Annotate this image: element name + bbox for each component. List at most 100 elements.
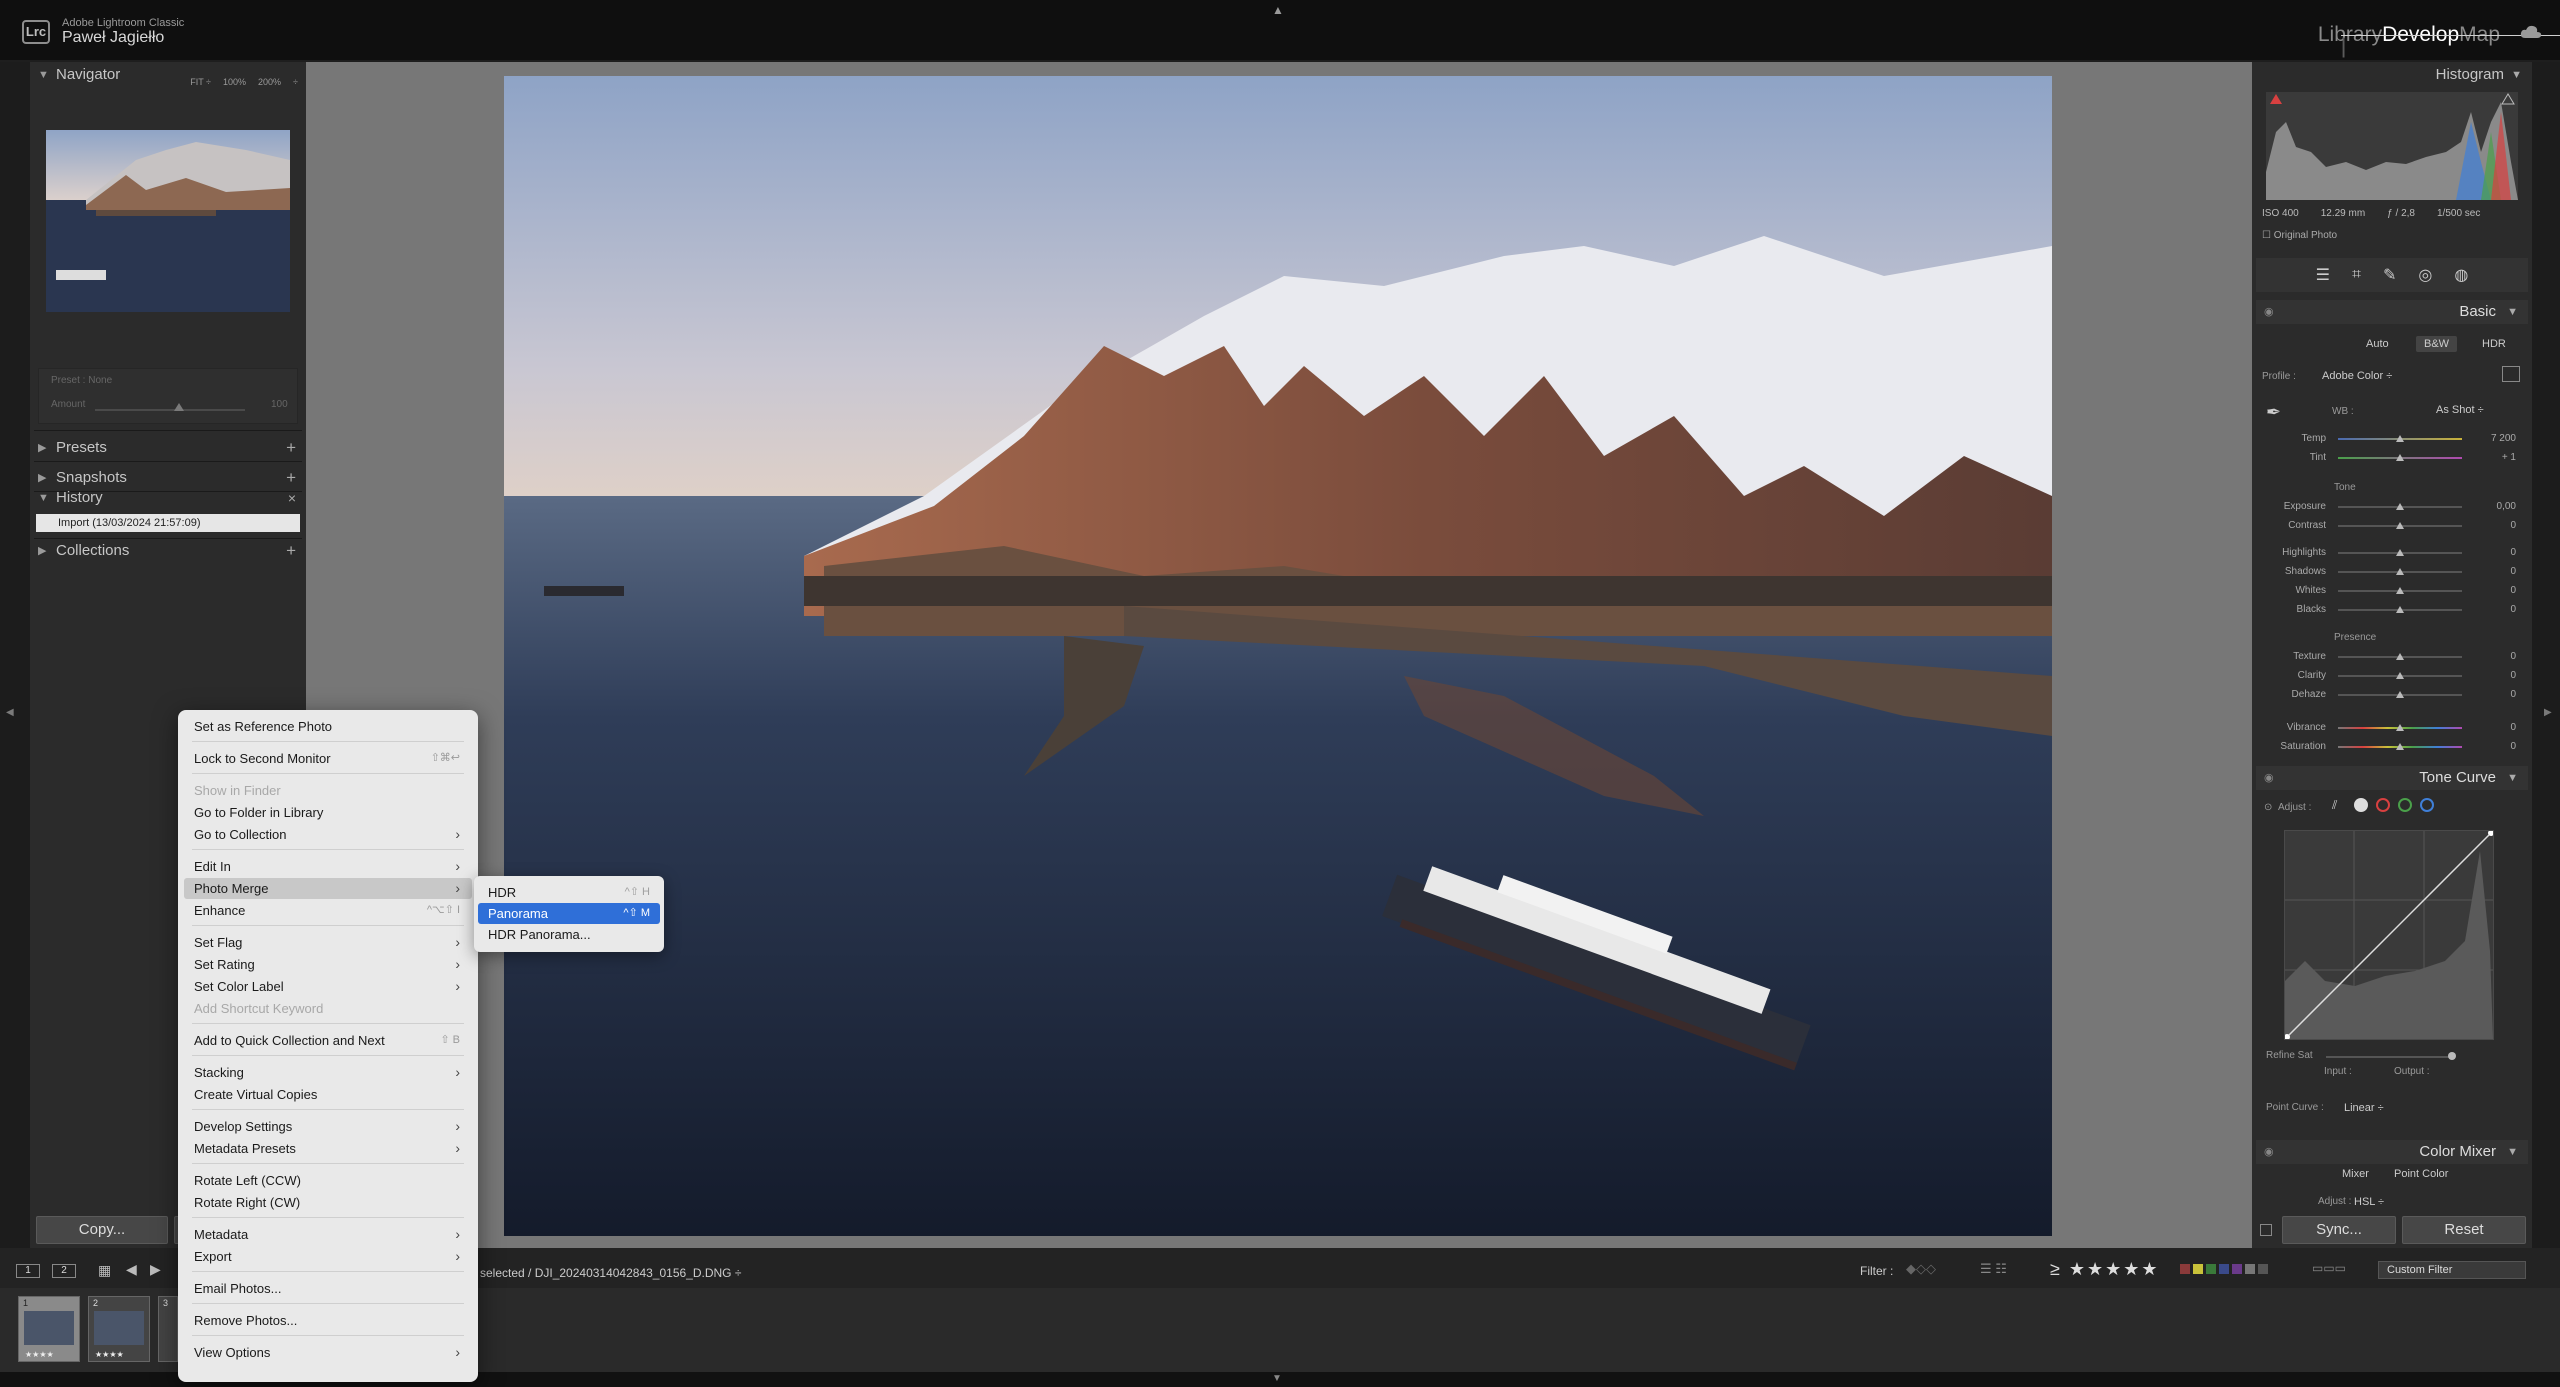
crop-icon[interactable]: ⌗ bbox=[2352, 266, 2361, 284]
menu-item-go-to-folder-in-library[interactable]: Go to Folder in Library bbox=[184, 802, 472, 823]
slider-knob[interactable] bbox=[2396, 724, 2404, 731]
point-curve-select[interactable]: Linear ÷ bbox=[2344, 1102, 2384, 1114]
slider-clarity[interactable]: Clarity 0 bbox=[2252, 669, 2532, 683]
slider-knob[interactable] bbox=[2396, 653, 2404, 660]
slider-highlights[interactable]: Highlights 0 bbox=[2252, 546, 2532, 560]
histogram-graph[interactable] bbox=[2266, 92, 2518, 200]
bw-button[interactable]: B&W bbox=[2416, 336, 2458, 352]
slider-knob[interactable] bbox=[2396, 522, 2404, 529]
submenu-item-hdr[interactable]: HDR ^⇧ H bbox=[478, 882, 660, 903]
history-item[interactable]: Import (13/03/2024 21:57:09) bbox=[36, 514, 300, 532]
back-arrow-icon[interactable]: ◀ bbox=[126, 1261, 137, 1278]
green-channel-icon[interactable] bbox=[2398, 798, 2412, 812]
slider-value[interactable]: 0 bbox=[2510, 565, 2516, 579]
slider-whites[interactable]: Whites 0 bbox=[2252, 584, 2532, 598]
menu-item-rotate-left-ccw[interactable]: Rotate Left (CCW) bbox=[184, 1170, 472, 1191]
parametric-curve-icon[interactable]: ⫽ bbox=[2332, 798, 2346, 812]
menu-item-email-photos[interactable]: Email Photos... bbox=[184, 1278, 472, 1299]
submenu-item-panorama[interactable]: Panorama ^⇧ M bbox=[478, 903, 660, 924]
slider-saturation[interactable]: Saturation 0 bbox=[2252, 740, 2532, 754]
menu-item-edit-in[interactable]: Edit In › bbox=[184, 856, 472, 877]
menu-item-enhance[interactable]: Enhance ^⌥⇧ I bbox=[184, 900, 472, 921]
slider-knob[interactable] bbox=[2396, 606, 2404, 613]
hdr-button[interactable]: HDR bbox=[2482, 338, 2506, 350]
slider-value[interactable]: 0 bbox=[2510, 721, 2516, 735]
healing-brush-icon[interactable]: ✎ bbox=[2383, 265, 2396, 285]
menu-item-stacking[interactable]: Stacking › bbox=[184, 1062, 472, 1083]
menu-item-rotate-right-cw[interactable]: Rotate Right (CW) bbox=[184, 1192, 472, 1213]
reset-button[interactable]: Reset bbox=[2402, 1216, 2526, 1244]
blue-channel-icon[interactable] bbox=[2420, 798, 2434, 812]
slider-knob[interactable] bbox=[2396, 503, 2404, 510]
slider-knob[interactable] bbox=[2396, 672, 2404, 679]
collapse-top-panel-icon[interactable]: ▲ bbox=[1272, 3, 1284, 17]
target-adjust-icon[interactable]: ⊙ bbox=[2264, 802, 2272, 813]
slider-value[interactable]: 0,00 bbox=[2497, 500, 2516, 514]
slider-knob[interactable] bbox=[2396, 435, 2404, 442]
slider-value[interactable]: + 1 bbox=[2502, 451, 2516, 465]
color-adjust-select[interactable]: HSL ÷ bbox=[2354, 1196, 2384, 1208]
slider-value[interactable]: 0 bbox=[2510, 688, 2516, 702]
tone-curve-header[interactable]: ◉ Tone Curve ▼ bbox=[2256, 766, 2528, 790]
yellow-label-filter[interactable] bbox=[2193, 1264, 2203, 1274]
collections-header[interactable]: ▶ Collections + bbox=[30, 538, 306, 564]
navigator-preview[interactable] bbox=[46, 130, 290, 312]
original-photo-checkbox[interactable]: ☐ Original Photo bbox=[2262, 230, 2337, 241]
zoom-more[interactable]: ÷ bbox=[293, 69, 298, 95]
profile-browser-icon[interactable] bbox=[2502, 366, 2520, 382]
red-eye-icon[interactable]: ◎ bbox=[2418, 265, 2432, 285]
slider-temp[interactable]: Temp 7 200 bbox=[2252, 432, 2532, 446]
menu-item-set-flag[interactable]: Set Flag › bbox=[184, 932, 472, 953]
histogram-header[interactable]: Histogram ▼ bbox=[2252, 62, 2532, 88]
menu-item-set-rating[interactable]: Set Rating › bbox=[184, 954, 472, 975]
add-preset-icon[interactable]: + bbox=[286, 435, 296, 461]
menu-item-lock-to-second-monitor[interactable]: Lock to Second Monitor ⇧⌘↩ bbox=[184, 748, 472, 769]
refine-saturation-slider[interactable] bbox=[2326, 1056, 2450, 1058]
filmstrip-thumbnail[interactable]: 2 ★★★★ bbox=[88, 1296, 150, 1362]
flag-filter-icon[interactable]: ◆◇◇ bbox=[1906, 1261, 1936, 1277]
submenu-item-hdr-panorama[interactable]: HDR Panorama... bbox=[478, 924, 660, 945]
slider-texture[interactable]: Texture 0 bbox=[2252, 650, 2532, 664]
slider-knob[interactable] bbox=[2396, 743, 2404, 750]
filename-label[interactable]: selected / DJI_20240314042843_0156_D.DNG… bbox=[480, 1266, 741, 1280]
red-channel-icon[interactable] bbox=[2376, 798, 2390, 812]
window-2-button[interactable]: 2 bbox=[52, 1264, 76, 1278]
filmstrip-thumbnail[interactable]: 3 bbox=[158, 1296, 178, 1362]
menu-item-metadata[interactable]: Metadata › bbox=[184, 1224, 472, 1245]
rgb-channel-icon[interactable] bbox=[2354, 798, 2368, 812]
green-label-filter[interactable] bbox=[2206, 1264, 2216, 1274]
red-label-filter[interactable] bbox=[2180, 1264, 2190, 1274]
wb-select[interactable]: As Shot ÷ bbox=[2436, 404, 2484, 416]
kind-filter-icon[interactable]: ▭▭▭ bbox=[2312, 1261, 2346, 1275]
no-label-filter[interactable] bbox=[2258, 1264, 2268, 1274]
auto-button[interactable]: Auto bbox=[2366, 338, 2389, 350]
rating-filter[interactable]: ≥ ★★★★★ bbox=[2050, 1259, 2160, 1280]
profile-select[interactable]: Adobe Color ÷ bbox=[2322, 370, 2392, 382]
slider-knob[interactable] bbox=[2396, 691, 2404, 698]
slider-knob[interactable] bbox=[2396, 568, 2404, 575]
slider-value[interactable]: 0 bbox=[2510, 740, 2516, 754]
refine-saturation-knob[interactable] bbox=[2448, 1052, 2456, 1060]
eyedropper-icon[interactable]: ✒ bbox=[2266, 402, 2290, 426]
grid-view-icon[interactable]: ▦ bbox=[98, 1262, 111, 1279]
edit-sliders-icon[interactable]: ☰ bbox=[2316, 265, 2330, 285]
presets-header[interactable]: ▶ Presets + bbox=[30, 435, 306, 461]
slider-knob[interactable] bbox=[2396, 549, 2404, 556]
filmstrip-thumbnail[interactable]: 1 ★★★★ bbox=[18, 1296, 80, 1362]
slider-value[interactable]: 7 200 bbox=[2491, 432, 2516, 446]
zoom-fit[interactable]: FIT ÷ bbox=[190, 69, 211, 95]
menu-item-set-as-reference-photo[interactable]: Set as Reference Photo bbox=[184, 716, 472, 737]
zoom-100[interactable]: 100% bbox=[223, 69, 246, 95]
purple-label-filter[interactable] bbox=[2232, 1264, 2242, 1274]
menu-item-metadata-presets[interactable]: Metadata Presets › bbox=[184, 1138, 472, 1159]
menu-item-export[interactable]: Export › bbox=[184, 1246, 472, 1267]
eye-icon[interactable]: ◉ bbox=[2264, 300, 2274, 324]
add-collection-icon[interactable]: + bbox=[286, 538, 296, 564]
mixer-tab[interactable]: Mixer bbox=[2342, 1168, 2369, 1180]
collapse-filmstrip-icon[interactable]: ▼ bbox=[1272, 1373, 1282, 1384]
amount-slider[interactable] bbox=[95, 409, 245, 411]
menu-item-set-color-label[interactable]: Set Color Label › bbox=[184, 976, 472, 997]
blue-label-filter[interactable] bbox=[2219, 1264, 2229, 1274]
eye-icon[interactable]: ◉ bbox=[2264, 766, 2274, 790]
custom-label-filter[interactable] bbox=[2245, 1264, 2255, 1274]
